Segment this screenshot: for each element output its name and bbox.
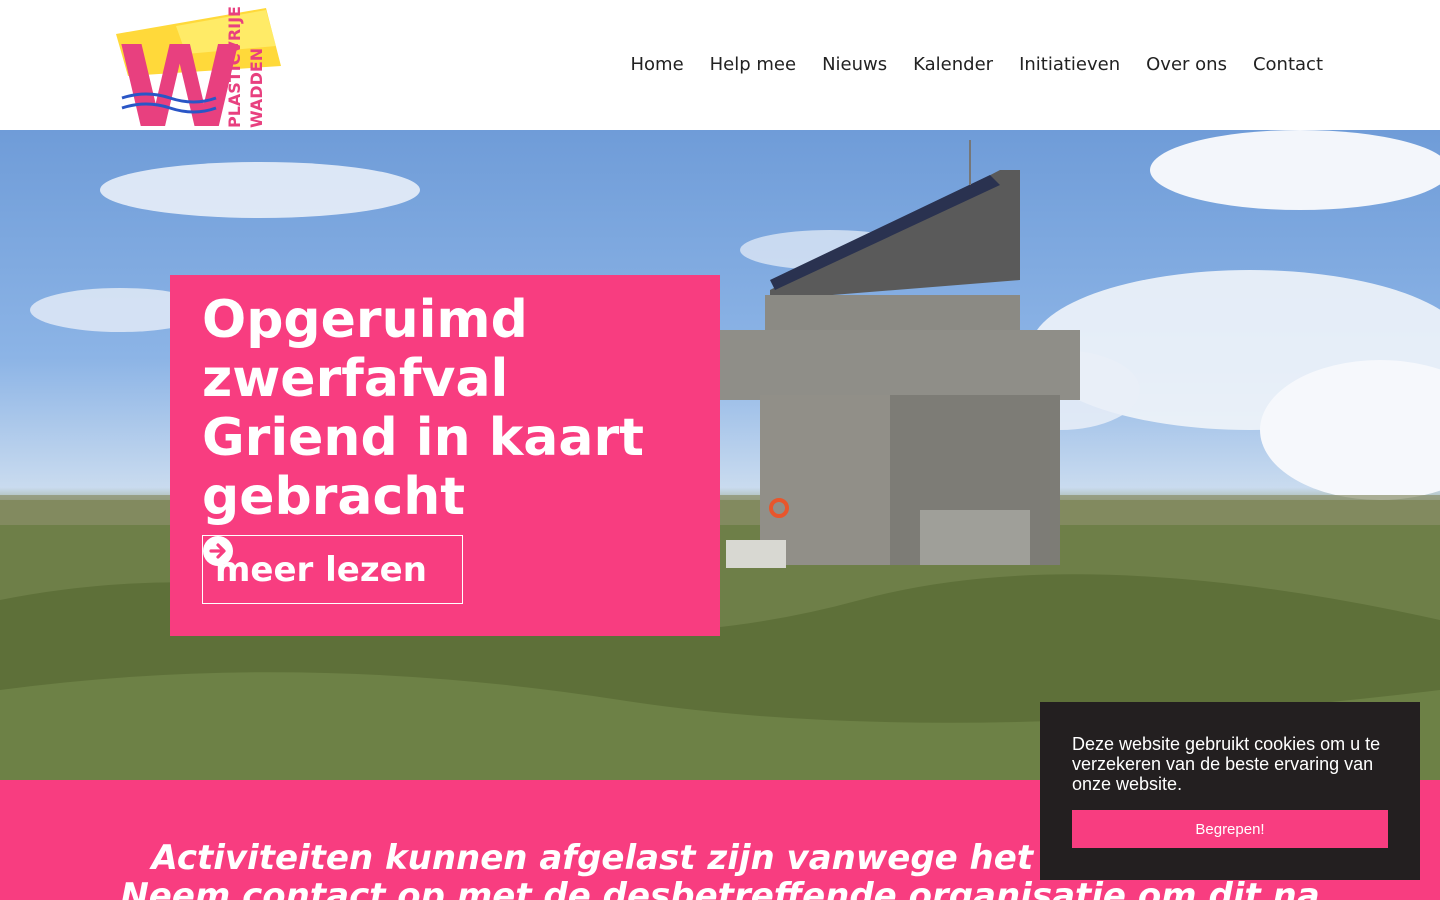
plasticvrije-wadden-logo: W PLASTICVRIJE WADDEN	[116, 6, 281, 153]
svg-text:PLASTICVRIJE: PLASTICVRIJE	[225, 6, 244, 128]
hero-title: Opgeruimd zwerfafval Griend in kaart geb…	[202, 290, 644, 527]
nav-nieuws[interactable]: Nieuws	[822, 50, 887, 80]
read-more-button[interactable]: meer lezen	[202, 535, 463, 604]
site-header: W PLASTICVRIJE WADDEN Home Help mee Nieu…	[0, 0, 1440, 153]
arrow-circle-right-icon	[203, 536, 233, 566]
nav-initiatieven[interactable]: Initiatieven	[1019, 50, 1120, 80]
cookie-message: Deze website gebruikt cookies om u te ve…	[1072, 734, 1381, 794]
nav-over-ons[interactable]: Over ons	[1146, 50, 1227, 80]
nav-home[interactable]: Home	[630, 50, 683, 80]
cookie-accept-button[interactable]: Begrepen!	[1072, 810, 1388, 848]
nav-help-mee[interactable]: Help mee	[710, 50, 796, 80]
svg-text:WADDEN: WADDEN	[247, 48, 266, 128]
svg-text:W: W	[118, 23, 242, 130]
site-logo[interactable]: W PLASTICVRIJE WADDEN	[116, 6, 286, 153]
hero-section: Opgeruimd zwerfafval Griend in kaart geb…	[0, 130, 1440, 780]
read-more-label: meer lezen	[215, 549, 427, 590]
nav-kalender[interactable]: Kalender	[913, 50, 993, 80]
hero-card: Opgeruimd zwerfafval Griend in kaart geb…	[170, 275, 720, 636]
main-nav: Home Help mee Nieuws Kalender Initiatiev…	[630, 50, 1323, 80]
nav-contact[interactable]: Contact	[1253, 50, 1323, 80]
cookie-consent-box: Deze website gebruikt cookies om u te ve…	[1040, 702, 1420, 880]
